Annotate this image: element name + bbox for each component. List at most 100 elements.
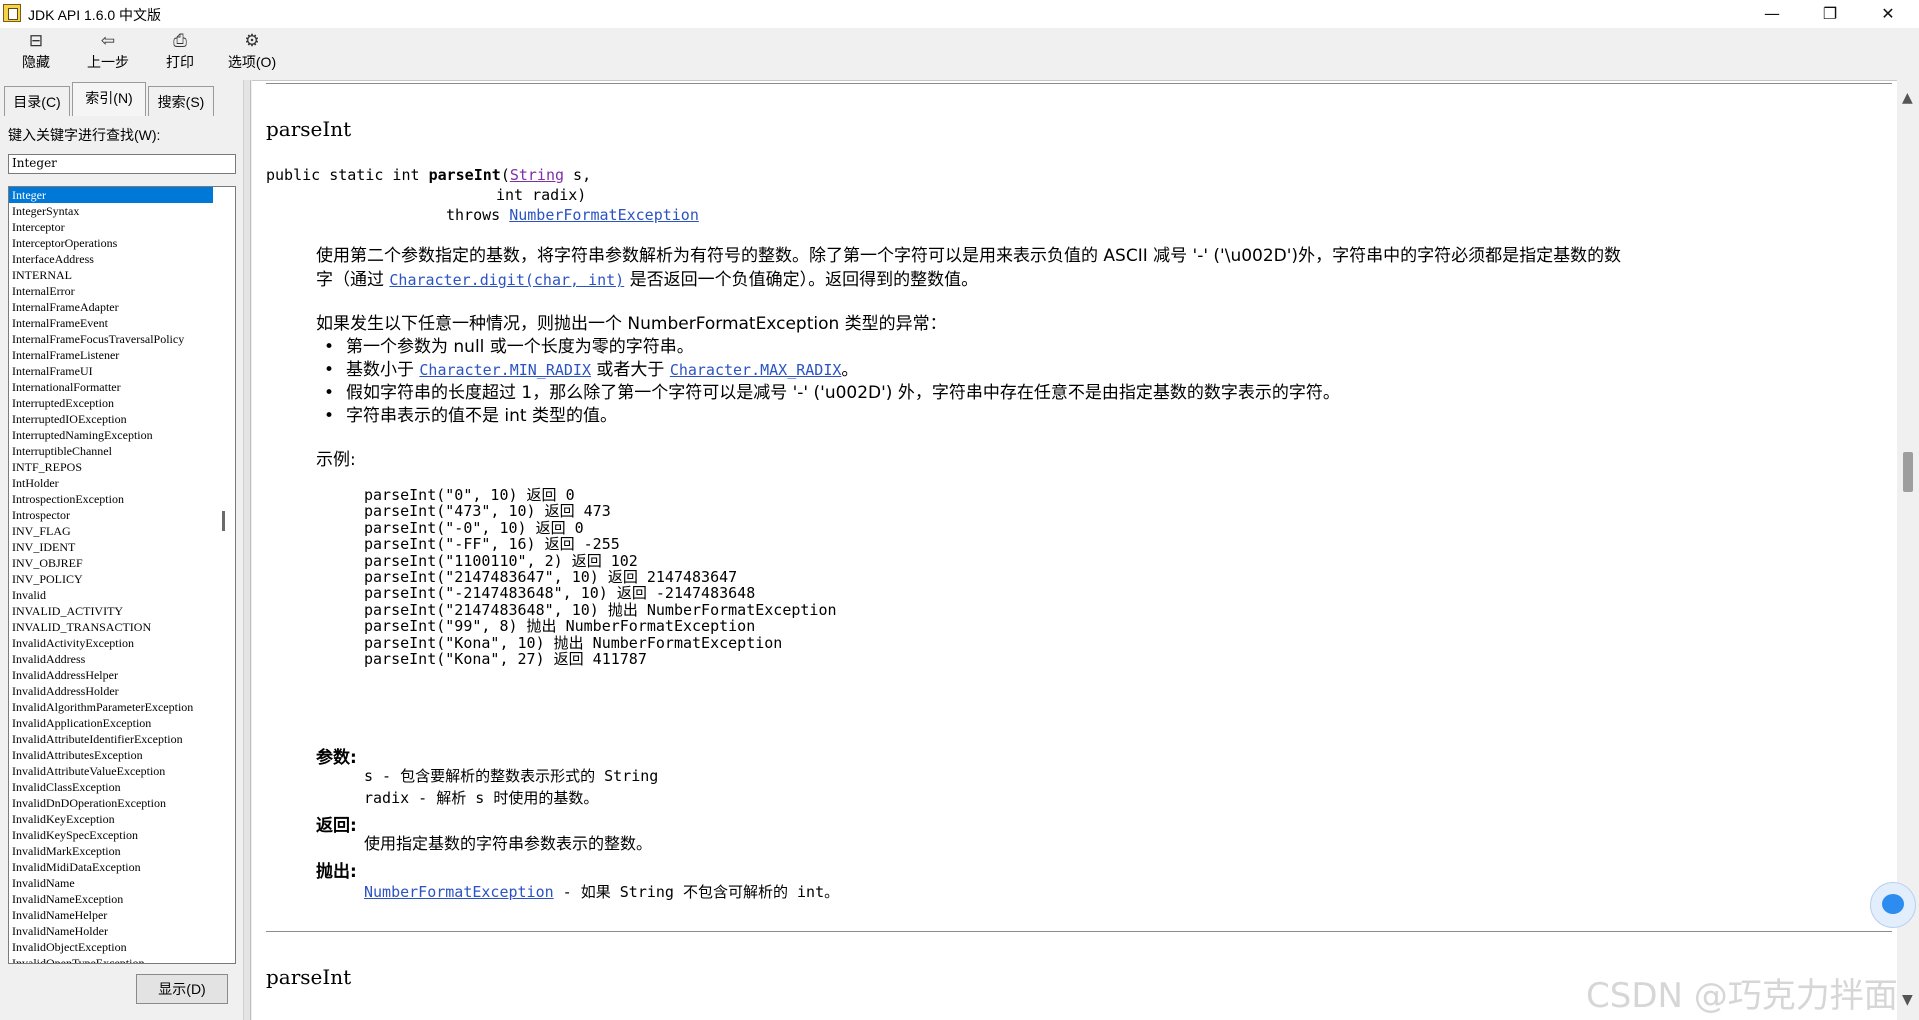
index-list-item[interactable]: InvalidKeySpecException (9, 827, 213, 843)
tab-index[interactable]: 索引(N) (72, 82, 146, 116)
hide-button[interactable]: ⊟ 隐藏 (12, 30, 60, 78)
index-list-item[interactable]: InternalFrameEvent (9, 315, 213, 331)
index-list-item[interactable]: IntHolder (9, 475, 213, 491)
options-button[interactable]: ⚙ 选项(O) (222, 30, 282, 78)
divider (266, 931, 1892, 932)
content-pane: parseInt public static int parseInt(Stri… (252, 80, 1897, 1020)
index-list-item[interactable]: InvalidObjectException (9, 939, 213, 955)
tab-search[interactable]: 搜索(S) (148, 86, 214, 116)
index-list-item[interactable]: InvalidKeyException (9, 811, 213, 827)
index-list-item[interactable]: INVALID_TRANSACTION (9, 619, 213, 635)
params-label: 参数: (316, 748, 357, 768)
show-button[interactable]: 显示(D) (136, 974, 228, 1004)
index-list-item[interactable]: Interceptor (9, 219, 213, 235)
index-list[interactable]: Integer IntegerSyntax Interceptor Intercept… (8, 186, 236, 964)
string-type-link[interactable]: String (510, 166, 564, 184)
keyword-input[interactable]: Integer (8, 154, 236, 174)
description-text: 字（通过 (316, 270, 390, 290)
index-list-item[interactable]: InternalFrameFocusTraversalPolicy (9, 331, 213, 347)
minimize-button[interactable]: — (1743, 0, 1801, 28)
back-button[interactable]: ⇦ 上一步 (80, 30, 136, 78)
scroll-down-icon[interactable]: ▼ (1902, 992, 1913, 1008)
index-list-item[interactable]: INV_OBJREF (9, 555, 213, 571)
index-list-item[interactable]: INVALID_ACTIVITY (9, 603, 213, 619)
min-radix-link[interactable]: Character.MIN_RADIX (419, 361, 591, 379)
index-list-item[interactable]: InternationalFormatter (9, 379, 213, 395)
restore-button[interactable]: ❐ (1801, 0, 1859, 28)
list-item: 基数小于 Character.MIN_RADIX 或者大于 Character.… (324, 359, 858, 382)
scroll-up-icon[interactable]: ▲ (1902, 90, 1913, 106)
signature-throws: throws NumberFormatException (446, 205, 699, 225)
index-list-item[interactable]: InternalFrameUI (9, 363, 213, 379)
max-radix-link[interactable]: Character.MAX_RADIX (670, 361, 842, 379)
index-list-item[interactable]: InvalidMarkException (9, 843, 213, 859)
options-label: 选项(O) (227, 54, 277, 70)
index-list-item[interactable]: InvalidAddress (9, 651, 213, 667)
index-list-item[interactable]: IntegerSyntax (9, 203, 213, 219)
exception-intro: 如果发生以下任意一种情况，则抛出一个 NumberFormatException… (316, 314, 947, 334)
print-button[interactable]: ⎙ 打印 (156, 30, 204, 78)
examples-label: 示例: (316, 450, 356, 470)
number-format-exception-link[interactable]: NumberFormatException (509, 206, 699, 224)
index-list-item[interactable]: InvalidName (9, 875, 213, 891)
chat-assistant-button[interactable] (1870, 882, 1916, 928)
index-list-item[interactable]: Invalid (9, 587, 213, 603)
index-list-item[interactable]: InvalidAlgorithmParameterException (9, 699, 213, 715)
close-button[interactable]: ✕ (1859, 0, 1917, 28)
index-list-item[interactable]: InterfaceAddress (9, 251, 213, 267)
index-list-item[interactable]: InterruptibleChannel (9, 443, 213, 459)
index-list-item[interactable]: Integer (9, 187, 213, 203)
keyword-label: 键入关键字进行查找(W): (8, 127, 161, 143)
index-list-item[interactable]: InterruptedNamingException (9, 427, 213, 443)
index-list-item[interactable]: InvalidNameHolder (9, 923, 213, 939)
index-list-item[interactable]: InternalError (9, 283, 213, 299)
index-list-item[interactable]: InternalFrameAdapter (9, 299, 213, 315)
index-list-item[interactable]: InvalidAddressHelper (9, 667, 213, 683)
index-list-scrollbar[interactable] (222, 511, 225, 531)
watermark: CSDN @巧克力拌面 (1586, 976, 1898, 1016)
printer-icon: ⎙ (173, 31, 187, 50)
scroll-thumb[interactable] (1903, 452, 1913, 492)
throws-label: 抛出: (316, 862, 357, 882)
throws-exception-link[interactable]: NumberFormatException (364, 883, 554, 901)
character-digit-link[interactable]: Character.digit(char, int) (389, 271, 624, 289)
index-list-item[interactable]: INV_FLAG (9, 523, 213, 539)
index-list-item[interactable]: InterruptedIOException (9, 411, 213, 427)
description-text: 是否返回一个负值确定）。返回得到的整数值。 (624, 270, 979, 290)
index-list-item[interactable]: InvalidAttributeIdentifierException (9, 731, 213, 747)
signature-name: parseInt (428, 166, 501, 184)
index-list-item[interactable]: InvalidOpenTypeException (9, 955, 213, 963)
next-method-heading: parseInt (266, 965, 352, 989)
index-list-item[interactable]: InvalidAddressHolder (9, 683, 213, 699)
index-list-item[interactable]: INTERNAL (9, 267, 213, 283)
index-list-item[interactable]: INTF_REPOS (9, 459, 213, 475)
index-list-item[interactable]: INV_POLICY (9, 571, 213, 587)
index-list-item[interactable]: InvalidClassException (9, 779, 213, 795)
index-list-item[interactable]: InvalidActivityException (9, 635, 213, 651)
description-line2: 字（通过 Character.digit(char, int) 是否返回一个负值… (316, 269, 978, 292)
index-list-item[interactable]: InvalidNameHelper (9, 907, 213, 923)
hide-icon: ⊟ (28, 31, 44, 50)
print-label: 打印 (166, 54, 194, 70)
index-list-item[interactable]: InterruptedException (9, 395, 213, 411)
index-list-item[interactable]: InvalidMidiDataException (9, 859, 213, 875)
hide-label: 隐藏 (22, 54, 50, 70)
index-list-item[interactable]: InvalidDnDOperationException (9, 795, 213, 811)
signature-line2: int radix) (496, 186, 587, 204)
content-scrollbar[interactable]: ▲ ▼ (1897, 80, 1919, 1020)
example-line: parseInt("Kona", 27) 返回 411787 (364, 650, 647, 668)
index-list-item[interactable]: InterceptorOperations (9, 235, 213, 251)
index-list-item[interactable]: IntrospectionException (9, 491, 213, 507)
index-list-item[interactable]: InvalidAttributesException (9, 747, 213, 763)
description-line1: 使用第二个参数指定的基数，将字符串参数解析为有符号的整数。除了第一个字符可以是用… (316, 246, 1622, 266)
index-list-item[interactable]: INV_IDENT (9, 539, 213, 555)
tab-contents[interactable]: 目录(C) (4, 86, 70, 116)
window-title: JDK API 1.6.0 中文版 (28, 7, 162, 23)
index-list-item[interactable]: InvalidApplicationException (9, 715, 213, 731)
index-list-item[interactable]: InternalFrameListener (9, 347, 213, 363)
index-list-item[interactable]: InvalidNameException (9, 891, 213, 907)
index-list-item[interactable]: Introspector (9, 507, 213, 523)
pane-splitter[interactable] (243, 80, 251, 1020)
index-list-item[interactable]: InvalidAttributeValueException (9, 763, 213, 779)
throws-keyword: throws (446, 206, 510, 224)
